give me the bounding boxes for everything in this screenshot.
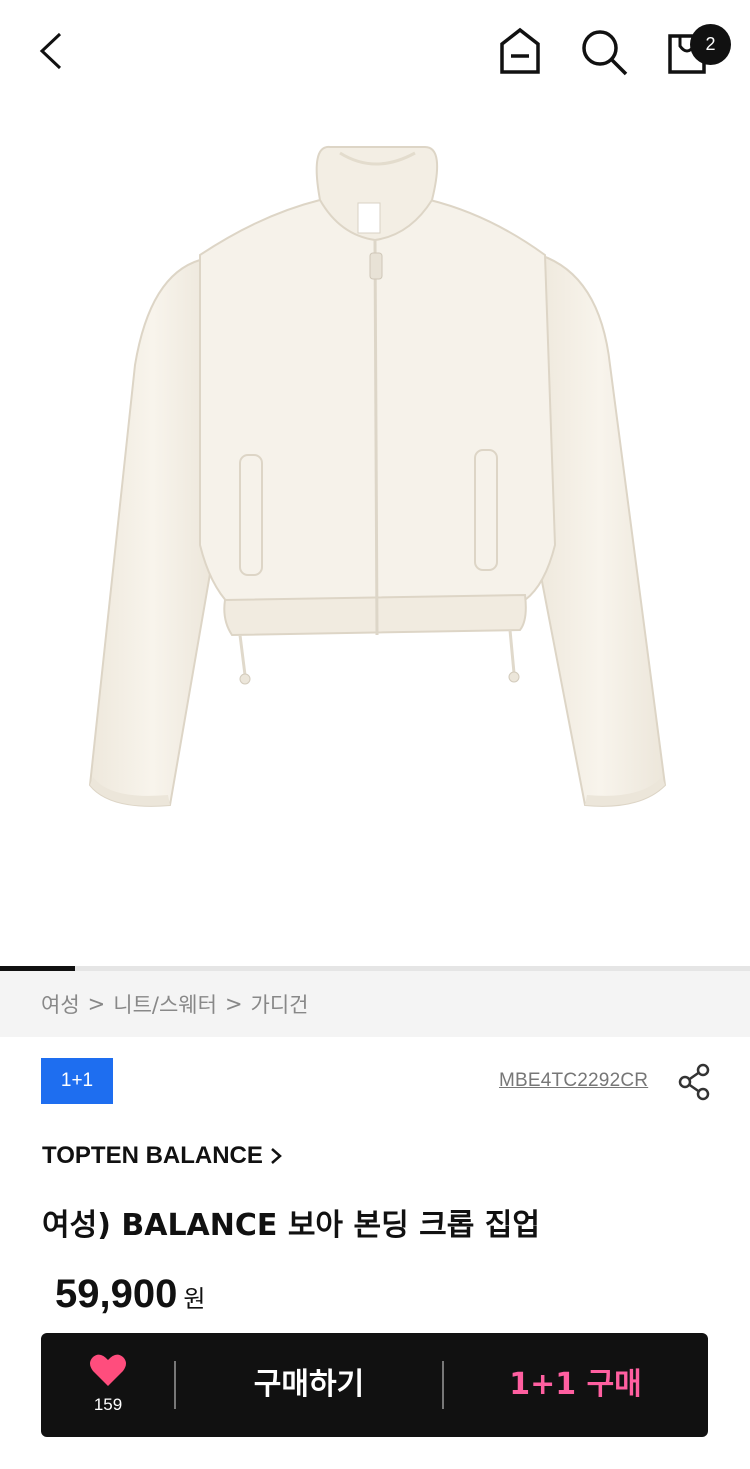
top-navigation-bar: 2 — [0, 0, 750, 105]
heart-icon — [90, 1354, 126, 1386]
breadcrumb-item-women[interactable]: 여성 — [41, 989, 80, 1019]
price-amount: 59,900 — [55, 1272, 178, 1316]
promo-tag: 1+1 — [41, 1058, 113, 1104]
buy-button[interactable]: 구매하기 — [175, 1333, 443, 1437]
breadcrumb-item-knit-sweater[interactable]: 니트/스웨터 — [113, 989, 217, 1019]
fleece-jacket-illustration — [88, 145, 667, 807]
search-icon[interactable] — [578, 26, 630, 78]
product-title: 여성) BALANCE 보아 본딩 크롭 집업 — [42, 1208, 540, 1243]
product-code[interactable]: MBE4TC2292CR — [499, 1070, 648, 1092]
product-price: 59,900 원 — [55, 1272, 205, 1317]
home-icon[interactable] — [496, 26, 544, 76]
back-arrow-icon[interactable] — [30, 28, 76, 74]
product-image[interactable] — [0, 105, 750, 965]
share-icon[interactable] — [676, 1062, 712, 1102]
breadcrumb-separator: > — [87, 992, 106, 1016]
price-unit: 원 — [183, 1285, 206, 1313]
chevron-right-icon — [271, 1148, 282, 1164]
one-plus-one-buy-button[interactable]: 1+1 구매 — [443, 1333, 708, 1437]
brand-name: TOPTEN BALANCE — [42, 1142, 263, 1169]
breadcrumb-item-cardigan[interactable]: 가디건 — [251, 989, 309, 1019]
brand-link[interactable]: TOPTEN BALANCE — [42, 1142, 283, 1170]
breadcrumb: 여성 > 니트/스웨터 > 가디건 — [0, 971, 750, 1037]
purchase-bar: 159 구매하기 1+1 구매 — [41, 1333, 708, 1437]
wishlist-button[interactable]: 159 — [41, 1333, 175, 1437]
wishlist-count: 159 — [93, 1395, 123, 1414]
breadcrumb-separator: > — [224, 992, 243, 1016]
cart-count-badge: 2 — [690, 24, 731, 65]
